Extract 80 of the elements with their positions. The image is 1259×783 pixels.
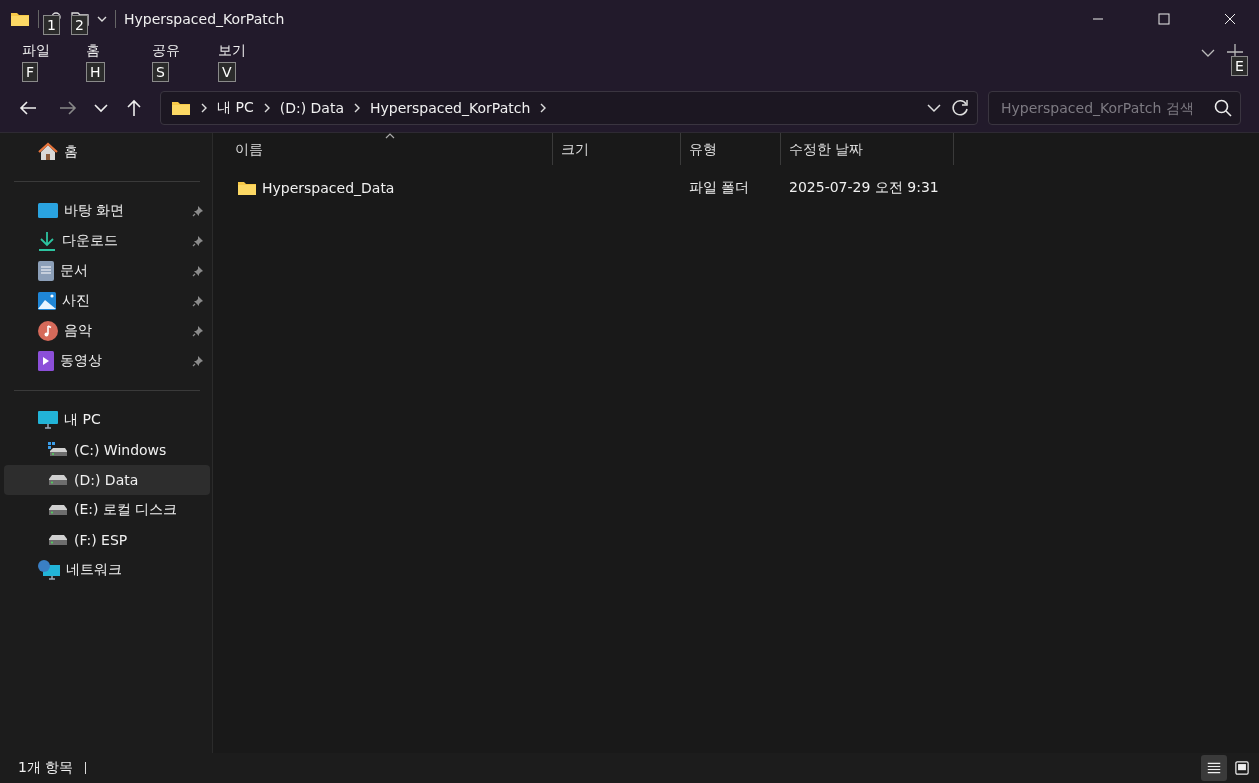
search-icon[interactable]	[1214, 99, 1232, 117]
pin-icon	[192, 235, 204, 247]
pin-icon	[192, 205, 204, 217]
pin-icon	[192, 265, 204, 277]
pin-icon	[192, 325, 204, 337]
maximize-icon	[1158, 13, 1170, 25]
breadcrumb-item[interactable]: 내 PC	[217, 99, 254, 117]
chevron-down-icon[interactable]	[927, 103, 941, 113]
chevron-down-icon[interactable]	[1201, 48, 1215, 58]
back-arrow-icon	[19, 100, 37, 116]
pin-icon	[192, 295, 204, 307]
desktop-icon	[38, 202, 58, 220]
column-header[interactable]: 수정한 날짜	[781, 133, 954, 165]
sidebar-item[interactable]: (E:) 로컬 디스크	[4, 495, 210, 525]
column-header[interactable]: 이름	[213, 133, 553, 165]
chevron-down-icon	[94, 103, 108, 113]
close-icon	[1224, 13, 1236, 25]
home-icon	[38, 142, 58, 162]
keytip: 1	[43, 15, 60, 35]
document-icon	[38, 261, 54, 281]
keytip: V	[218, 62, 236, 82]
chevron-right-icon	[540, 103, 547, 113]
search-field[interactable]: Hyperspaced_KorPatch 검색	[999, 99, 1214, 117]
picture-icon	[38, 292, 56, 310]
drive-icon	[48, 534, 68, 546]
sidebar-item[interactable]: 문서	[4, 256, 210, 286]
download-icon	[38, 231, 56, 251]
drive-icon	[48, 474, 68, 486]
forward-arrow-icon	[59, 100, 77, 116]
keytip: F	[22, 62, 39, 82]
keytip: H	[86, 62, 105, 82]
sidebar-item[interactable]: (C:) Windows	[4, 435, 210, 465]
folder-icon	[237, 180, 257, 196]
file-name[interactable]: Hyperspaced_Data	[262, 180, 395, 196]
details-view-button[interactable]	[1201, 755, 1227, 781]
up-arrow-icon	[126, 99, 142, 117]
folder-icon	[10, 11, 30, 27]
menu-item[interactable]: 공유	[152, 42, 180, 60]
sidebar-item[interactable]: 동영상	[4, 346, 210, 376]
music-icon	[38, 321, 58, 341]
pin-icon	[192, 355, 204, 367]
list-icon	[1207, 760, 1221, 776]
breadcrumb-item[interactable]: Hyperspaced_KorPatch	[370, 100, 531, 116]
drive-icon	[48, 504, 68, 516]
address-bar[interactable]: 내 PC (D:) Data Hyperspaced_KorPatch	[160, 91, 978, 125]
sidebar-item[interactable]: 홈	[4, 137, 210, 167]
chevron-right-icon	[354, 103, 360, 113]
column-header[interactable]: 유형	[681, 133, 781, 165]
sidebar-item[interactable]: (D:) Data	[4, 465, 210, 495]
keytip: E	[1231, 56, 1248, 76]
video-icon	[38, 351, 54, 371]
network-icon	[38, 560, 60, 580]
table-cell: 2025-07-29 오전 9:31	[789, 179, 939, 195]
folder-icon	[171, 100, 191, 116]
search-box[interactable]: Hyperspaced_KorPatch 검색	[988, 91, 1241, 125]
chevron-down-icon[interactable]	[97, 15, 107, 23]
sidebar-item[interactable]: (F:) ESP	[4, 525, 210, 555]
sidebar-item[interactable]: 네트워크	[4, 555, 210, 585]
monitor-icon	[38, 411, 58, 429]
sidebar-item[interactable]: 다운로드	[4, 226, 210, 256]
refresh-icon[interactable]	[951, 99, 969, 117]
drive-icon	[48, 442, 68, 458]
item-count: 1개 항목	[18, 759, 74, 777]
breadcrumb-item[interactable]: (D:) Data	[279, 100, 344, 116]
sidebar-item[interactable]: 내 PC	[4, 405, 210, 435]
keytip: S	[152, 62, 169, 82]
chevron-right-icon	[263, 103, 270, 113]
chevron-right-icon	[201, 103, 207, 113]
menu-item[interactable]: 파일	[22, 42, 50, 60]
menu-item[interactable]: 홈	[86, 42, 100, 60]
sidebar-item[interactable]: 사진	[4, 286, 210, 316]
sidebar-item[interactable]: 바탕 화면	[4, 196, 210, 226]
preview-pane-icon	[1235, 760, 1249, 776]
column-header[interactable]: 크기	[553, 133, 681, 165]
sort-caret-icon	[384, 133, 395, 139]
window-title: Hyperspaced_KorPatch	[124, 11, 285, 27]
sidebar-item[interactable]: 음악	[4, 316, 210, 346]
keytip: 2	[71, 15, 88, 35]
menu-item[interactable]: 보기	[218, 42, 246, 60]
table-cell: 파일 폴더	[689, 179, 750, 195]
